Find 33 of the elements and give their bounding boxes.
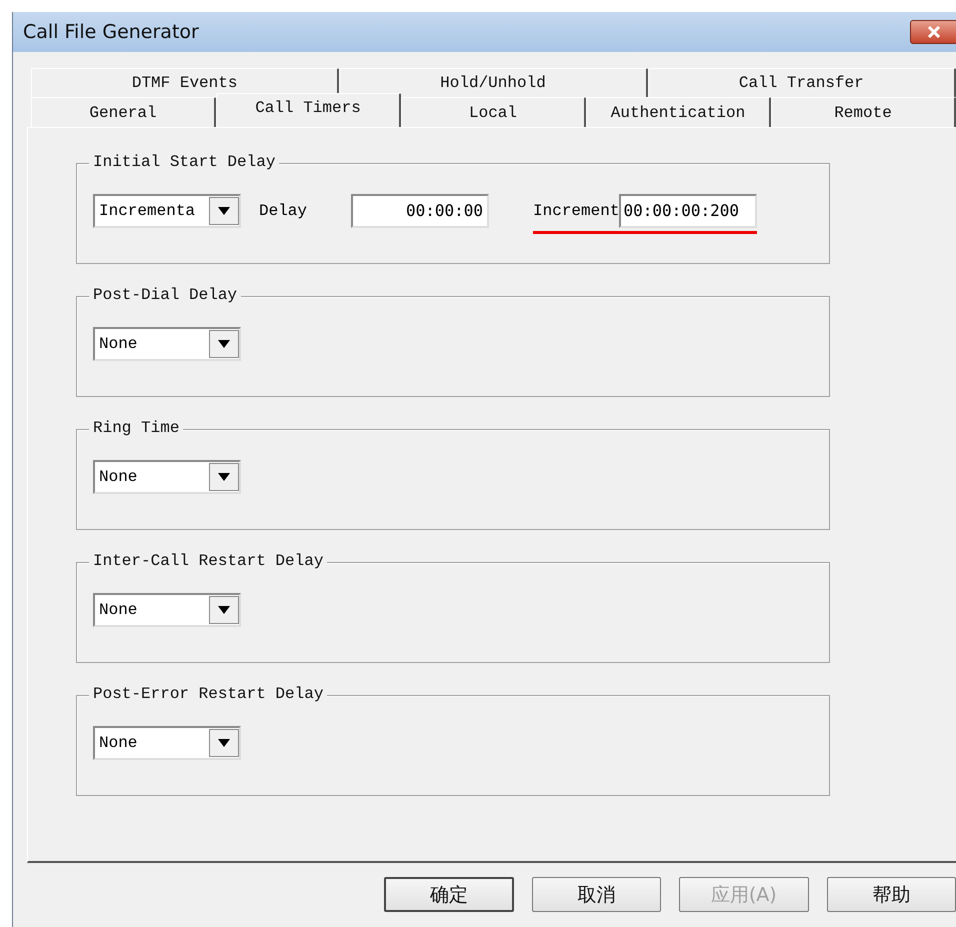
- group-title: Post-Error Restart Delay: [89, 685, 328, 703]
- group-title: Post-Dial Delay: [89, 286, 242, 304]
- dropdown-arrow-icon: [218, 606, 230, 614]
- tab[interactable]: Hold/Unhold: [339, 68, 648, 97]
- tab[interactable]: Call Timers: [216, 93, 401, 127]
- close-button[interactable]: [910, 20, 956, 44]
- group-title: Initial Start Delay: [89, 153, 280, 171]
- tab[interactable]: Remote: [771, 97, 956, 127]
- field-label: Increment: [533, 202, 620, 220]
- dropdown[interactable]: None: [93, 326, 241, 360]
- tab[interactable]: Local: [401, 97, 586, 127]
- dropdown[interactable]: None: [93, 460, 241, 494]
- close-icon: [927, 26, 941, 38]
- dialog-button[interactable]: 取消: [532, 877, 661, 912]
- dropdown-arrow-icon: [218, 472, 230, 480]
- dropdown[interactable]: None: [93, 726, 241, 760]
- dialog-button[interactable]: 确定: [384, 877, 514, 912]
- group-title: Inter-Call Restart Delay: [89, 552, 328, 570]
- tab[interactable]: General: [31, 97, 216, 127]
- dropdown-arrow-icon: [218, 340, 230, 348]
- window-title: Call File Generator: [23, 21, 199, 43]
- dropdown[interactable]: None: [93, 592, 241, 626]
- input-field[interactable]: 00:00:00: [351, 194, 490, 228]
- tab[interactable]: Authentication: [586, 97, 771, 127]
- tab[interactable]: DTMF Events: [31, 68, 340, 97]
- field-label: Delay: [259, 202, 308, 220]
- dropdown-arrow-icon: [218, 738, 230, 746]
- dropdown[interactable]: Incrementa: [93, 194, 241, 228]
- dropdown-arrow-icon: [218, 206, 230, 214]
- input-field[interactable]: 00:00:00:200: [619, 194, 758, 228]
- tab[interactable]: Call Transfer: [648, 68, 956, 97]
- dialog-button[interactable]: 帮助: [826, 877, 956, 912]
- group-title: Ring Time: [89, 419, 184, 437]
